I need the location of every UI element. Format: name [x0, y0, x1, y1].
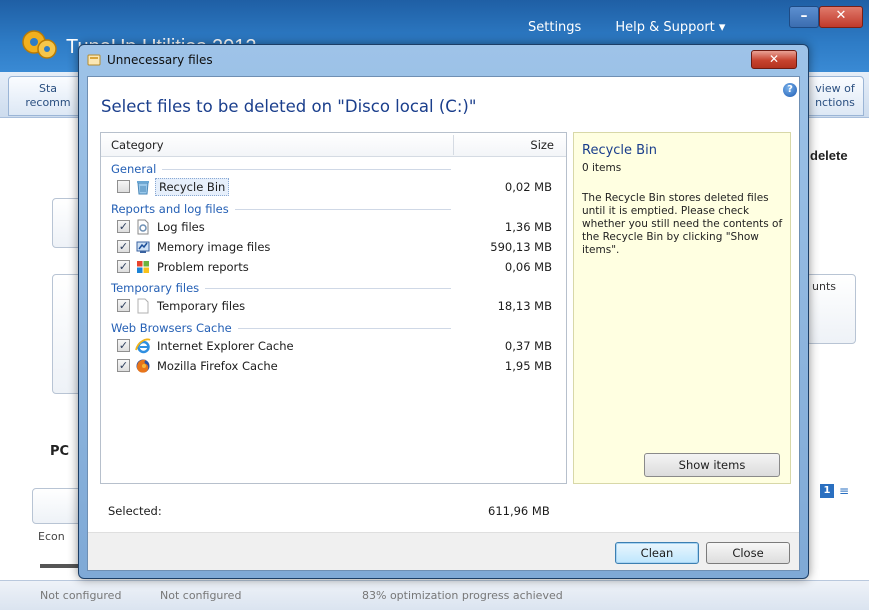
settings-link[interactable]: Settings	[528, 20, 581, 35]
group-header-reports: Reports and log files	[111, 202, 451, 216]
group-label: Temporary files	[111, 281, 200, 295]
list-item-firefox-cache[interactable]: ✓ Mozilla Firefox Cache 1,95 MB	[117, 357, 552, 375]
log-files-checkbox[interactable]: ✓	[117, 220, 130, 233]
list-item-size: 590,13 MB	[490, 240, 552, 254]
file-category-list: Category Size General Recycle Bin 0,02 M…	[100, 132, 567, 484]
tuneup-logo-icon	[22, 30, 57, 59]
tab-overview-functions[interactable]: view of nctions	[806, 76, 864, 116]
dialog-content: Select files to be deleted on "Disco loc…	[87, 76, 800, 571]
column-header-size[interactable]: Size	[530, 138, 554, 152]
selected-label: Selected:	[108, 504, 162, 518]
list-item-size: 1,95 MB	[504, 359, 552, 373]
windows-flag-icon	[137, 261, 149, 273]
blank-file-icon	[137, 298, 149, 314]
dialog-title: Unnecessary files	[107, 53, 213, 67]
internet-explorer-icon	[135, 338, 151, 354]
dialog-heading: Select files to be deleted on "Disco loc…	[101, 97, 477, 116]
list-item-log-files[interactable]: ✓ Log files 1,36 MB	[117, 218, 552, 236]
unnecessary-files-dialog: Unnecessary files ✕ Select files to be d…	[78, 44, 809, 579]
group-label: General	[111, 162, 157, 176]
accounts-tile-label: unts	[812, 280, 836, 293]
tab-status-recommendations[interactable]: Sta recomm	[8, 76, 88, 116]
list-item-problem-reports[interactable]: ✓ Problem reports 0,06 MB	[117, 258, 552, 276]
clean-button[interactable]: Clean	[615, 542, 699, 564]
temporary-files-checkbox[interactable]: ✓	[117, 299, 130, 312]
dialog-app-icon	[87, 54, 101, 66]
page-1-button[interactable]: 1	[820, 484, 834, 498]
economy-mode-label: Econ	[38, 530, 65, 543]
group-header-temporary: Temporary files	[111, 281, 451, 295]
list-item-size: 18,13 MB	[497, 299, 552, 313]
memory-image-files-checkbox[interactable]: ✓	[117, 240, 130, 253]
list-item-size: 0,37 MB	[504, 339, 552, 353]
pc-section-heading: PC	[50, 444, 70, 459]
optimization-progress-status: 83% optimization progress achieved	[362, 589, 563, 602]
list-header: Category Size	[101, 133, 566, 157]
problem-reports-checkbox[interactable]: ✓	[117, 260, 130, 273]
section-heading-delete: delete	[810, 148, 848, 163]
list-item-label: Temporary files	[157, 299, 246, 313]
list-view-icon[interactable]: ≡	[837, 484, 851, 498]
ie-cache-checkbox[interactable]: ✓	[117, 339, 130, 352]
log-file-icon	[137, 219, 149, 235]
dialog-close-icon[interactable]: ✕	[751, 50, 797, 69]
column-header-category[interactable]: Category	[111, 138, 164, 152]
pager: 1 ≡	[820, 484, 851, 498]
list-item-recycle-bin[interactable]: Recycle Bin 0,02 MB	[117, 178, 552, 196]
info-title: Recycle Bin	[582, 143, 657, 158]
list-item-temporary-files[interactable]: ✓ Temporary files 18,13 MB	[117, 297, 552, 315]
group-divider	[205, 287, 451, 289]
list-item-size: 0,06 MB	[504, 260, 552, 274]
list-item-size: 1,36 MB	[504, 220, 552, 234]
group-divider	[237, 327, 451, 329]
list-item-label: Memory image files	[157, 240, 271, 254]
recycle-bin-checkbox[interactable]	[117, 180, 130, 193]
list-item-label: Internet Explorer Cache	[157, 339, 294, 353]
window-close-button[interactable]: ✕	[819, 6, 863, 28]
list-item-size: 0,02 MB	[504, 180, 552, 194]
show-items-button[interactable]: Show items	[644, 453, 780, 477]
group-label: Web Browsers Cache	[111, 321, 232, 335]
group-divider	[234, 208, 451, 210]
group-header-browsers: Web Browsers Cache	[111, 321, 451, 335]
status-bar: Not configured Not configured 83% optimi…	[0, 580, 869, 610]
top-links: Settings Help & Support ▾	[528, 20, 725, 35]
status-item: Not configured	[160, 589, 242, 602]
group-header-general: General	[111, 162, 451, 176]
info-panel: Recycle Bin 0 items The Recycle Bin stor…	[573, 132, 791, 484]
list-item-memory-image-files[interactable]: ✓ Memory image files 590,13 MB	[117, 238, 552, 256]
list-item-label: Problem reports	[157, 260, 249, 274]
list-item-label: Mozilla Firefox Cache	[157, 359, 278, 373]
minimize-button[interactable]: –	[789, 6, 819, 28]
firefox-icon	[136, 359, 150, 373]
dialog-titlebar[interactable]: Unnecessary files ✕	[79, 45, 808, 75]
info-description: The Recycle Bin stores deleted files unt…	[582, 192, 783, 256]
status-item: Not configured	[40, 589, 122, 602]
selected-total: 611,96 MB	[488, 504, 550, 518]
group-divider	[162, 168, 451, 170]
memory-image-icon	[136, 241, 150, 253]
list-item-ie-cache[interactable]: ✓ Internet Explorer Cache 0,37 MB	[117, 337, 552, 355]
help-icon[interactable]: ?	[783, 83, 797, 97]
column-divider[interactable]	[453, 135, 454, 155]
firefox-cache-checkbox[interactable]: ✓	[117, 359, 130, 372]
help-support-link[interactable]: Help & Support ▾	[615, 20, 725, 35]
list-item-label: Recycle Bin	[155, 178, 230, 196]
dialog-button-bar: Clean Close	[88, 532, 799, 570]
group-label: Reports and log files	[111, 202, 229, 216]
close-button[interactable]: Close	[706, 542, 790, 564]
info-item-count: 0 items	[582, 162, 622, 174]
list-item-label: Log files	[157, 220, 205, 234]
recycle-bin-icon	[137, 181, 149, 195]
